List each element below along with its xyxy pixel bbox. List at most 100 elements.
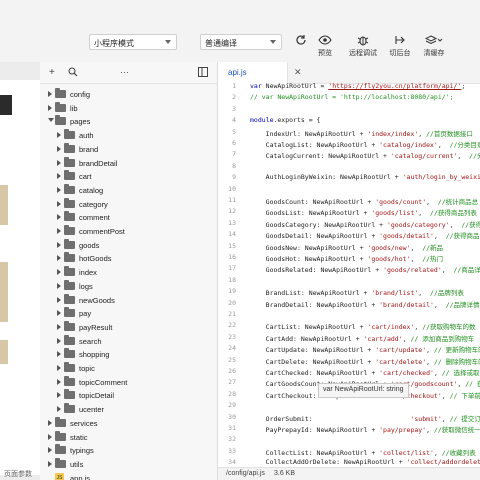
background-label: 切后台 [389, 50, 411, 57]
chevron-right-icon[interactable] [57, 337, 61, 344]
tree-item[interactable]: brand [40, 142, 218, 157]
compile-select[interactable]: 普通编译 [200, 34, 282, 50]
line-number: 25 [228, 355, 236, 364]
chevron-right-icon[interactable] [57, 323, 61, 330]
code-token: CatalogCurrent: NewApiRootUrl + [250, 152, 391, 161]
code-token: 'cart/checked' [379, 369, 434, 377]
chevron-right-icon[interactable] [57, 269, 61, 276]
code-line: PayPrepayId: NewApiRootUrl + 'pay/prepay… [250, 424, 480, 434]
code-token: //分 [469, 152, 480, 161]
tree-item[interactable]: newGoods [40, 293, 218, 308]
tree-item[interactable]: payResult [40, 320, 218, 335]
chevron-right-icon[interactable] [57, 296, 61, 303]
tree-item[interactable]: goods [40, 238, 218, 253]
tree-item[interactable]: index [40, 266, 218, 280]
tree-item[interactable]: pages [40, 115, 218, 129]
code-token: CartAdd: NewApiRootUrl + [250, 334, 364, 343]
line-number: 33 [228, 446, 236, 455]
more-icon[interactable]: ··· [120, 67, 129, 77]
chevron-right-icon[interactable] [57, 145, 61, 152]
chevron-right-icon[interactable] [57, 228, 61, 234]
toolbar: 小程序模式 普通编译 预览 远程调试 切后台 清缓存 [0, 30, 480, 62]
search-icon[interactable] [68, 67, 78, 80]
chevron-right-icon[interactable] [57, 378, 61, 385]
remote-debug-button[interactable]: 远程调试 [345, 34, 381, 62]
chevron-right-icon[interactable] [57, 200, 61, 207]
chevron-right-icon[interactable] [57, 241, 61, 248]
line-number: 7 [232, 150, 236, 159]
tree-item[interactable]: JS app.js [40, 472, 218, 480]
chevron-down-icon[interactable] [48, 118, 54, 123]
clear-cache-button[interactable]: 清缓存 [418, 34, 450, 62]
tree-item[interactable]: topic [40, 362, 218, 376]
code-line: BrandDetail: NewApiRootUrl + 'brand/deta… [250, 299, 480, 309]
folder-icon [64, 362, 75, 372]
code-token: , [426, 357, 434, 366]
tree-item[interactable]: lib [40, 101, 218, 116]
chevron-right-icon[interactable] [57, 132, 61, 139]
tree-item[interactable]: services [40, 416, 218, 431]
code-token: 'catalog/current' [390, 152, 458, 161]
tree-item[interactable]: brandDetail [40, 156, 218, 171]
tree-item[interactable]: commentPost [40, 225, 218, 239]
chevron-right-icon[interactable] [57, 351, 61, 358]
chevron-right-icon[interactable] [48, 447, 52, 454]
code-token: .exports = { [273, 116, 321, 125]
tree-item[interactable]: category [40, 197, 218, 212]
chevron-right-icon[interactable] [57, 282, 61, 289]
chevron-right-icon[interactable] [48, 419, 52, 426]
tree-item[interactable]: typings [40, 444, 218, 458]
tree-item[interactable]: pay [40, 307, 218, 321]
code-line: GoodsNew: NewApiRootUrl + 'goods/new', /… [250, 242, 480, 252]
add-file-icon[interactable]: + [49, 67, 55, 78]
tree-item[interactable]: ucenter [40, 403, 218, 417]
chevron-right-icon[interactable] [57, 365, 61, 371]
chevron-right-icon[interactable] [57, 214, 61, 221]
preview-button[interactable]: 预览 [309, 34, 341, 62]
code-token: 'cart/add' [363, 334, 403, 343]
page-params-label[interactable]: 页面参数 [4, 469, 32, 479]
chevron-right-icon[interactable] [48, 104, 52, 111]
split-panel-icon[interactable] [198, 67, 208, 80]
chevron-right-icon[interactable] [48, 460, 52, 467]
tree-item[interactable]: static [40, 430, 218, 445]
code-token: , [418, 289, 431, 298]
bug-icon [357, 36, 369, 46]
close-icon[interactable]: ✕ [294, 67, 302, 78]
code-line: CartChecked: NewApiRootUrl + 'cart/check… [250, 367, 480, 377]
tree-item-label: services [70, 418, 98, 428]
chevron-right-icon[interactable] [57, 159, 61, 166]
chevron-right-icon[interactable] [57, 406, 61, 413]
chevron-right-icon[interactable] [48, 433, 52, 440]
code-token: var [250, 82, 266, 90]
tree-item[interactable]: comment [40, 211, 218, 225]
chevron-right-icon[interactable] [57, 173, 61, 180]
chevron-right-icon[interactable] [57, 310, 61, 317]
chevron-right-icon[interactable] [57, 392, 61, 399]
chevron-right-icon[interactable] [57, 255, 61, 262]
tree-item[interactable]: search [40, 334, 218, 349]
background-button[interactable]: 切后台 [384, 34, 416, 62]
code-line: CartList: NewApiRootUrl + 'cart/index', … [250, 321, 480, 331]
tree-item[interactable]: hotGoods [40, 252, 218, 266]
mode-select[interactable]: 小程序模式 [89, 34, 177, 50]
chevron-right-icon[interactable] [57, 186, 61, 193]
tree-item[interactable]: cart [40, 170, 218, 184]
tree-item[interactable]: config [40, 88, 218, 102]
tree-item[interactable]: topicDetail [40, 389, 218, 403]
line-number: 29 [228, 401, 236, 410]
code-token: 'cart/update' [375, 346, 427, 355]
code-token: GoodsList: NewApiRootUrl + [250, 209, 372, 218]
tree-item[interactable]: utils [40, 457, 218, 472]
tab-api-js[interactable]: api.js [218, 62, 288, 84]
tree-item[interactable]: catalog [40, 183, 218, 198]
tree-item[interactable]: logs [40, 279, 218, 294]
tree-item[interactable]: topicComment [40, 375, 218, 390]
chevron-right-icon[interactable] [48, 91, 52, 97]
line-number: 18 [228, 275, 236, 284]
code-token: GoodsCount: NewApiRootUrl + [250, 198, 376, 206]
simulator-image [0, 262, 8, 322]
tree-item[interactable]: shopping [40, 348, 218, 362]
tree-item[interactable]: auth [40, 129, 218, 143]
